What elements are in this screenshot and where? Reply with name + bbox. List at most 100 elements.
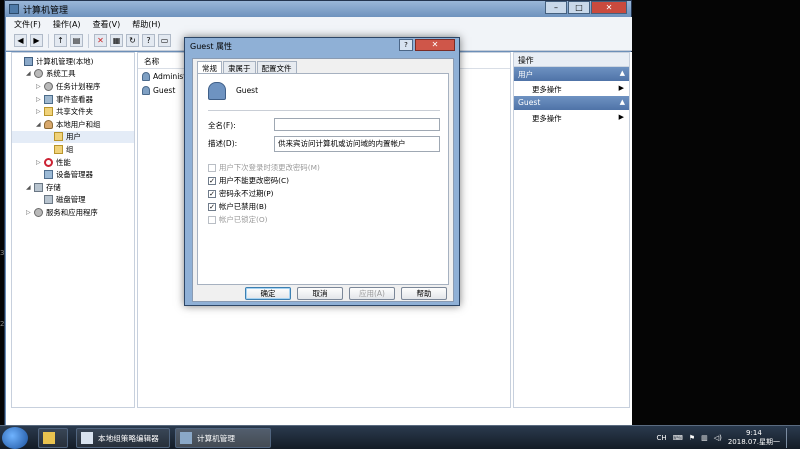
keyboard-icon[interactable]: ⌨: [673, 434, 683, 442]
tree-item-label: 本地用户和组: [56, 119, 101, 129]
submenu-arrow-icon: ▶: [618, 113, 624, 121]
tree-item[interactable]: ◢ 系统工具: [12, 68, 134, 81]
description-field[interactable]: 供来宾访问计算机或访问域的内置帐户: [274, 136, 440, 152]
tree-item[interactable]: ◢ 存储: [12, 181, 134, 194]
user-avatar-icon: [208, 82, 226, 100]
expand-toggle-icon[interactable]: ▷: [36, 96, 42, 103]
minimize-button[interactable]: –: [545, 1, 567, 14]
navigation-tree: 计算机管理(本地) ◢ 系统工具 ▷ 任务计划程序 ▷ 事件查看器 ▷ 共享文件夹 ◢ 本地用户和组…: [11, 52, 135, 408]
expand-toggle-icon[interactable]: ▷: [36, 159, 42, 166]
start-button[interactable]: [2, 427, 28, 449]
clock-date: 2018.07.星期一: [727, 438, 780, 446]
close-button[interactable]: ✕: [591, 1, 627, 14]
folder-icon: [54, 144, 63, 154]
system-tray: CH ⌨ ⚑ ▥ ◁) 9:14 2018.07.星期一: [657, 428, 794, 448]
forward-arrow-icon[interactable]: ▶: [30, 34, 43, 47]
tab-member-of[interactable]: 隶属于: [223, 61, 256, 73]
delete-icon[interactable]: ✕: [94, 34, 107, 47]
actions-section-users[interactable]: 用户 ▲: [514, 67, 629, 81]
window-title-bar[interactable]: 计算机管理 – □ ✕: [5, 1, 631, 17]
expand-toggle-icon[interactable]: ◢: [26, 184, 32, 191]
tree-item[interactable]: ▷ 事件查看器: [12, 93, 134, 106]
toolbar-separator: [48, 33, 49, 48]
refresh-icon[interactable]: ↻: [126, 34, 139, 47]
properties-icon[interactable]: ▦: [110, 34, 123, 47]
dialog-button-row: 确定 取消 应用(A) 帮助: [245, 287, 447, 300]
tree-item[interactable]: 用户: [12, 130, 134, 144]
account-option-checkbox[interactable]: 帐户已锁定(O): [208, 214, 268, 225]
menu-view[interactable]: 查看(V): [93, 19, 121, 30]
tree-item[interactable]: 计算机管理(本地): [12, 55, 134, 68]
more-actions-label: 更多操作: [532, 114, 562, 123]
account-option-checkbox[interactable]: ✓ 密码永不过期(P): [208, 188, 274, 199]
checkbox-icon[interactable]: ✓: [208, 176, 216, 185]
console-icon[interactable]: ▭: [158, 34, 171, 47]
maximize-button[interactable]: □: [568, 1, 590, 14]
more-actions-item[interactable]: 更多操作 ▶: [514, 81, 629, 96]
tree-item[interactable]: 设备管理器: [12, 168, 134, 181]
help-icon[interactable]: ?: [142, 34, 155, 47]
network-icon[interactable]: ▥: [701, 434, 708, 442]
dialog-help-button[interactable]: ?: [399, 39, 413, 51]
checkbox-icon[interactable]: ✓: [208, 189, 216, 198]
ok-button[interactable]: 确定: [245, 287, 291, 300]
cancel-button[interactable]: 取消: [297, 287, 343, 300]
help-button[interactable]: 帮助: [401, 287, 447, 300]
volume-icon[interactable]: ◁): [714, 434, 722, 442]
taskbar-item-computer-management[interactable]: 计算机管理: [175, 428, 271, 448]
tree-item-label: 任务计划程序: [56, 81, 101, 91]
actions-title: 操作: [514, 53, 629, 67]
expand-toggle-icon[interactable]: ▷: [36, 83, 42, 90]
guest-properties-dialog: Guest 属性 ? ✕ 常规 隶属于 配置文件 Guest 全名(F): 描述…: [184, 37, 460, 306]
more-actions-item[interactable]: 更多操作 ▶: [514, 110, 629, 125]
language-indicator[interactable]: CH: [657, 434, 667, 442]
account-option-checkbox[interactable]: ✓ 帐户已禁用(B): [208, 201, 267, 212]
menu-file[interactable]: 文件(F): [14, 19, 41, 30]
checkbox-icon[interactable]: ✓: [208, 202, 216, 211]
tab-profile[interactable]: 配置文件: [256, 61, 297, 73]
tree-item[interactable]: ▷ 共享文件夹: [12, 105, 134, 118]
account-option-checkbox[interactable]: ✓ 用户不能更改密码(C): [208, 175, 289, 186]
dialog-title: Guest 属性: [190, 42, 233, 51]
user-icon: [142, 71, 150, 81]
explorer-taskbar-button[interactable]: [38, 428, 68, 448]
back-arrow-icon[interactable]: ◀: [14, 34, 27, 47]
checkbox-icon[interactable]: [208, 215, 216, 224]
gear-icon: [34, 69, 43, 79]
account-option-checkbox[interactable]: 用户下次登录时须更改密码(M): [208, 162, 320, 173]
tree-item[interactable]: ▷ 服务和应用程序: [12, 206, 134, 219]
tree-item[interactable]: 磁盘管理: [12, 194, 134, 207]
flag-icon[interactable]: ⚑: [689, 434, 695, 442]
show-desktop-button[interactable]: [786, 428, 794, 448]
tree-item[interactable]: ◢ 本地用户和组: [12, 118, 134, 131]
tree-item[interactable]: ▷ 任务计划程序: [12, 80, 134, 93]
fullname-field[interactable]: [274, 118, 440, 131]
checkbox-icon[interactable]: [208, 163, 216, 172]
tree-item-label: 性能: [56, 157, 71, 167]
taskbar: 本地组策略编辑器 计算机管理 CH ⌨ ⚑ ▥ ◁) 9:14 2018.07.…: [0, 425, 800, 449]
menu-action[interactable]: 操作(A): [53, 19, 81, 30]
tree-item-label: 磁盘管理: [56, 195, 86, 205]
folder-icon: [43, 432, 55, 444]
up-folder-icon[interactable]: ↑: [54, 34, 67, 47]
expand-toggle-icon[interactable]: ▷: [36, 108, 42, 115]
expand-toggle-icon[interactable]: ◢: [26, 70, 32, 77]
tree-item[interactable]: ▷ 性能: [12, 156, 134, 169]
username-label: Guest: [236, 86, 259, 95]
expand-toggle-icon[interactable]: ▷: [26, 209, 32, 216]
show-tree-icon[interactable]: ▤: [70, 34, 83, 47]
taskbar-item-label: 本地组策略编辑器: [98, 433, 159, 443]
dialog-close-button[interactable]: ✕: [415, 39, 455, 51]
taskbar-item-gpedit[interactable]: 本地组策略编辑器: [76, 428, 170, 448]
menu-help[interactable]: 帮助(H): [132, 19, 160, 30]
checkbox-label: 帐户已禁用(B): [219, 202, 267, 211]
clock[interactable]: 9:14 2018.07.星期一: [728, 429, 780, 447]
actions-section-guest[interactable]: Guest ▲: [514, 96, 629, 110]
actions-pane: 操作 用户 ▲ 更多操作 ▶ Guest ▲ 更多操作 ▶: [513, 52, 630, 408]
tree-item-label: 组: [66, 144, 74, 154]
expand-toggle-icon[interactable]: ◢: [36, 121, 42, 128]
tree-item[interactable]: 组: [12, 143, 134, 156]
computer-management-icon: [180, 432, 192, 444]
description-label: 描述(D):: [208, 139, 238, 148]
apply-button[interactable]: 应用(A): [349, 287, 395, 300]
